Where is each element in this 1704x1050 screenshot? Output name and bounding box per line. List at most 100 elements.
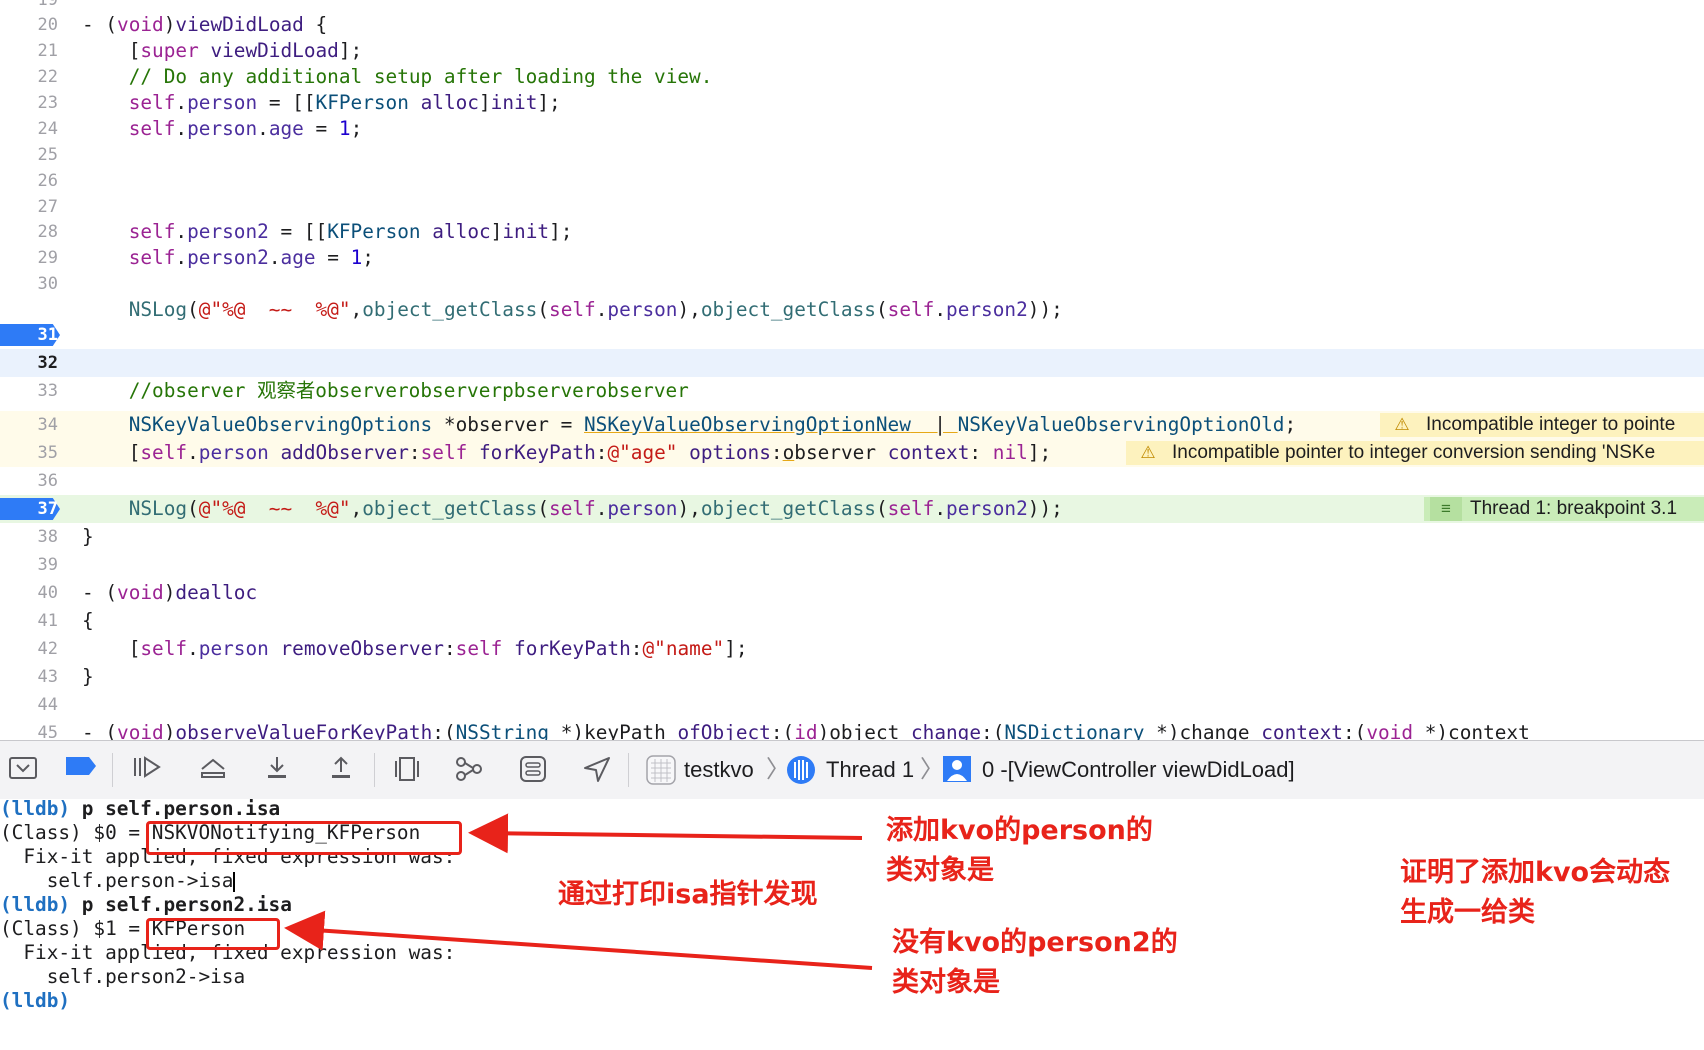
line-number: 40 — [37, 583, 58, 603]
warning-text: Incompatible integer to pointe — [1426, 414, 1676, 435]
continue-icon[interactable] — [130, 755, 164, 785]
line-number: 21 — [37, 41, 58, 61]
environment-overrides-icon[interactable] — [516, 755, 550, 785]
code-line-warning: 34 NSKeyValueObservingOptions *observer … — [0, 411, 1704, 439]
code-text: NSLog(@"%@ ~~ %@",object_getClass(self.p… — [128, 497, 1063, 520]
code-text: NSKeyValueObservingOptions *observer = N… — [128, 413, 1297, 436]
code-text: } — [82, 525, 94, 548]
code-line: 43 } — [0, 663, 1704, 691]
code-text: self.person2 = [[KFPerson alloc]init]; — [128, 220, 573, 243]
code-line-warning: 35 [self.person addObserver:self forKeyP… — [0, 439, 1704, 467]
code-text: [self.person addObserver:self forKeyPath… — [82, 441, 1052, 464]
code-text: [self.person removeObserver:self forKeyP… — [82, 637, 748, 660]
code-text: - (void)dealloc — [82, 581, 258, 604]
line-number: 34 — [37, 415, 58, 435]
line-number: 32 — [37, 353, 58, 373]
breadcrumb-frame[interactable]: 0 -[ViewController viewDidLoad] — [982, 755, 1295, 785]
code-line: 26 — [0, 167, 1704, 195]
memory-graph-icon[interactable] — [452, 755, 486, 785]
line-number: 30 — [37, 274, 58, 294]
line-number: 33 — [37, 381, 58, 401]
code-line: 45 - (void)observeValueForKeyPath:(NSStr… — [0, 719, 1704, 740]
code-comment: //observer 观察者observerobserverpbserverob… — [82, 379, 689, 402]
app-icon — [644, 755, 678, 785]
warning-annotation[interactable]: ⚠ Incompatible integer to pointe — [1380, 413, 1704, 437]
thread-icon — [784, 755, 818, 785]
code-line: 33 //observer 观察者observerobserverpbserve… — [0, 377, 1704, 405]
code-text: self.person = [[KFPerson alloc]init]; — [128, 91, 561, 114]
line-number: 39 — [37, 555, 58, 575]
line-number: 23 — [37, 93, 58, 113]
line-number: 29 — [37, 248, 58, 268]
code-text: [super viewDidLoad]; — [82, 39, 363, 62]
line-number: 43 — [37, 667, 58, 687]
line-number: 25 — [37, 145, 58, 165]
warning-annotation[interactable]: ⚠ Incompatible pointer to integer convers… — [1126, 441, 1704, 465]
line-number: 42 — [37, 639, 58, 659]
code-line-breakpoint: 31 NSLog(@"%@ ~~ %@",object_getClass(sel… — [0, 298, 1704, 349]
hide-debug-area-icon[interactable] — [6, 755, 40, 785]
code-line: 25 — [0, 141, 1704, 169]
code-line: 28 self.person2 = [[KFPerson alloc]init]… — [0, 218, 1704, 246]
simulate-location-icon[interactable] — [580, 755, 614, 785]
step-into-icon[interactable] — [260, 755, 294, 785]
code-line: 39 — [0, 551, 1704, 579]
code-line: 21 [super viewDidLoad]; — [0, 37, 1704, 65]
code-text: self.person2.age = 1; — [128, 246, 374, 269]
debug-console[interactable]: (lldb) p self.person.isa (Class) $0 = NS… — [0, 797, 1704, 1050]
breakpoints-toggle-icon[interactable] — [64, 755, 98, 785]
line-number: 36 — [37, 471, 58, 491]
line-number: 38 — [37, 527, 58, 547]
code-line: 41 { — [0, 607, 1704, 635]
code-line: 36 — [0, 467, 1704, 495]
step-out-icon[interactable] — [324, 755, 358, 785]
code-line: 30 — [0, 270, 1704, 298]
code-line: 29 self.person2.age = 1; — [0, 244, 1704, 272]
code-editor[interactable]: 19 20 - (void)viewDidLoad { 21 [super vi… — [0, 0, 1704, 740]
breadcrumb-thread[interactable]: Thread 1 — [826, 755, 914, 785]
stack-frame-icon — [940, 755, 974, 785]
code-line: 24 self.person.age = 1; — [0, 115, 1704, 143]
line-number: 27 — [37, 197, 58, 217]
annotation-note: 添加kvo的person的 类对象是 — [886, 815, 1153, 886]
line-number: 44 — [37, 695, 58, 715]
code-line: 40 - (void)dealloc — [0, 579, 1704, 607]
line-number: 22 — [37, 67, 58, 87]
line-number: 41 — [37, 611, 58, 631]
line-number: 24 — [37, 119, 58, 139]
breakpoint-list-icon: ≡ — [1430, 497, 1462, 521]
code-comment: // Do any additional setup after loading… — [82, 65, 713, 88]
view-hierarchy-icon[interactable] — [390, 755, 424, 785]
line-number: 31 — [37, 325, 58, 345]
code-line: 38 } — [0, 523, 1704, 551]
warning-text: Incompatible pointer to integer conversi… — [1172, 442, 1656, 463]
step-over-icon[interactable] — [196, 755, 230, 785]
code-line: 20 - (void)viewDidLoad { — [0, 11, 1704, 39]
annotation-note: 通过打印isa指针发现 — [558, 879, 818, 910]
line-number: 45 — [37, 723, 58, 740]
warning-icon: ⚠ — [1394, 415, 1410, 434]
code-text: - (void)viewDidLoad { — [82, 13, 328, 36]
code-line: 22 // Do any additional setup after load… — [0, 63, 1704, 91]
code-line: 23 self.person = [[KFPerson alloc]init]; — [0, 89, 1704, 117]
code-text: - (void)observeValueForKeyPath:(NSString… — [82, 721, 1530, 740]
line-number: 26 — [37, 171, 58, 191]
code-line: 27 — [0, 193, 1704, 221]
annotation-note: 没有kvo的person2的 类对象是 — [892, 927, 1178, 998]
code-text: } — [82, 665, 94, 688]
code-line-breakpoint: 37 NSLog(@"%@ ~~ %@",object_getClass(sel… — [0, 495, 1704, 523]
code-line: 42 [self.person removeObserver:self forK… — [0, 635, 1704, 663]
warning-icon: ⚠ — [1140, 443, 1156, 462]
breadcrumb-target[interactable]: testkvo — [684, 755, 754, 785]
breakpoint-annotation[interactable]: ≡ Thread 1: breakpoint 3.1 — [1424, 497, 1704, 521]
line-number: 28 — [37, 222, 58, 242]
code-text: self.person.age = 1; — [128, 117, 363, 140]
annotation-note: 证明了添加kvo会动态 生成一给类 — [1400, 857, 1671, 928]
line-number: 35 — [37, 443, 58, 463]
line-number: 20 — [37, 15, 58, 35]
breakpoint-text: Thread 1: breakpoint 3.1 — [1470, 498, 1678, 519]
debug-bar: testkvo 〉 Thread 1 〉 0 -[ViewController … — [0, 740, 1704, 800]
code-line-current: 32 — [0, 349, 1704, 377]
code-line: 44 — [0, 691, 1704, 719]
